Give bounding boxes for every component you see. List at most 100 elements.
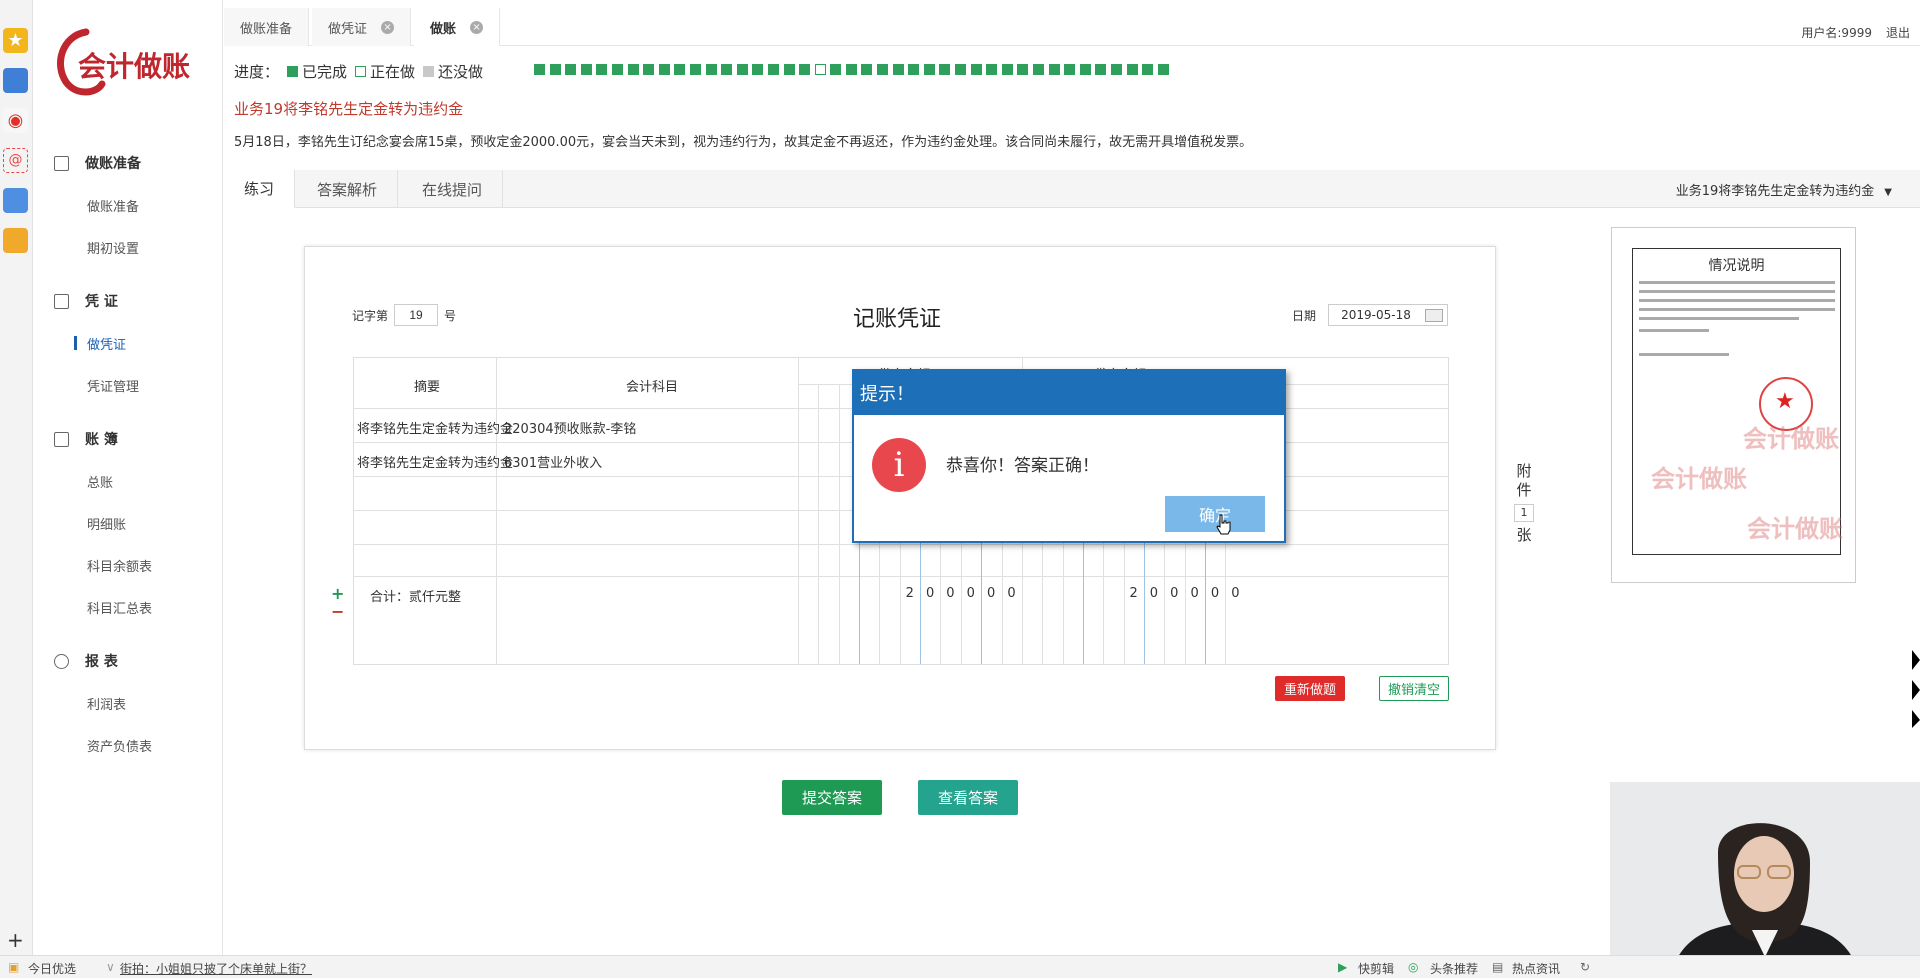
close-icon[interactable]: × <box>381 20 395 34</box>
dropdown-caret-icon: ▼ <box>1884 187 1892 198</box>
status-headlines[interactable]: 头条推荐 <box>1430 960 1478 977</box>
notebook-icon[interactable] <box>3 228 28 253</box>
nav-section-prep[interactable]: 做账准备 <box>54 151 141 175</box>
seal-star-icon: ★ <box>1775 389 1795 414</box>
status-hot-news[interactable]: 热点资讯 <box>1512 960 1560 977</box>
date-input[interactable]: 2019-05-18 <box>1328 304 1449 326</box>
row-summary[interactable]: 将李铭先生定金转为违约金 <box>357 418 513 437</box>
calendar-icon[interactable] <box>1425 309 1444 322</box>
nav-item-prep[interactable]: 做账准备 <box>87 196 139 215</box>
weibo-icon[interactable]: ◉ <box>3 108 28 133</box>
nav-item-balance-sheet-accounts[interactable]: 科目余额表 <box>87 556 152 575</box>
date-value: 2019-05-18 <box>1341 308 1411 322</box>
todo-legend-label: 还没做 <box>438 62 484 81</box>
svg-text:会计做账: 会计做账 <box>78 50 190 83</box>
tab-prep[interactable]: 做账准备 <box>224 8 310 46</box>
favorites-star-icon[interactable]: ★ <box>3 28 28 53</box>
progress-step <box>674 64 686 75</box>
situation-document[interactable]: 情况说明 ★ 会计做账 会计做账 会计做账 <box>1611 227 1856 583</box>
remove-row-icon[interactable]: − <box>331 603 344 621</box>
attachment-prefix: 附件 <box>1516 462 1532 499</box>
top-tab-bar: 做账准备 做凭证 × 做账 × 用户名:9999 退出 <box>224 8 1920 46</box>
progress-squares <box>534 64 1173 75</box>
clear-button[interactable]: 撤销清空 <box>1379 676 1449 701</box>
add-icon[interactable]: + <box>7 930 24 950</box>
voucher-number-input[interactable] <box>394 304 439 326</box>
news-ticker[interactable]: 街拍：小姐姐只披了个床单就上街？ <box>120 960 312 977</box>
nav-item-voucher-manage[interactable]: 凭证管理 <box>87 376 139 395</box>
progress-step <box>923 64 935 75</box>
nav-item-make-voucher[interactable]: 做凭证 <box>87 334 126 353</box>
progress-step <box>799 64 811 75</box>
news-icon: ▤ <box>1492 960 1504 974</box>
logo: 会计做账 <box>57 28 190 96</box>
attachment-count[interactable]: 1 <box>1514 504 1534 522</box>
row-summary[interactable]: 将李铭先生定金转为违约金 <box>357 452 513 471</box>
nav-item-sub-ledger[interactable]: 明细账 <box>87 514 126 533</box>
nav-section-books[interactable]: 账 簿 <box>54 427 118 451</box>
close-icon[interactable]: × <box>470 20 484 34</box>
view-answer-button[interactable]: 查看答案 <box>918 780 1018 815</box>
nav-item-initial-setup[interactable]: 期初设置 <box>87 238 139 257</box>
progress-step <box>643 64 655 75</box>
nav-section-voucher[interactable]: 凭 证 <box>54 289 118 313</box>
text-line <box>1639 299 1835 302</box>
nav-item-account-summary[interactable]: 科目汇总表 <box>87 598 152 617</box>
nav-item-income-statement[interactable]: 利润表 <box>87 694 126 713</box>
nav-item-balance-sheet[interactable]: 资产负债表 <box>87 736 152 755</box>
progress-step <box>908 64 920 75</box>
hand-cursor-icon <box>1216 514 1231 535</box>
done-legend-label: 已完成 <box>302 62 348 81</box>
voucher-word-label: 记字第 <box>352 308 389 323</box>
date-label: 日期 <box>1292 308 1317 323</box>
doing-legend-label: 正在做 <box>370 62 416 81</box>
tab-answer-analysis[interactable]: 答案解析 <box>297 170 399 208</box>
tab-bookkeeping[interactable]: 做账 × <box>414 8 501 46</box>
progress-step <box>1095 64 1107 75</box>
digit-line <box>838 384 840 664</box>
tab-label: 做账 <box>430 21 457 37</box>
news-panel-icon[interactable] <box>3 68 28 93</box>
active-indicator <box>74 336 77 350</box>
table-row-line <box>354 544 1448 545</box>
business-selector-value: 业务19将李铭先生定金转为违约金 <box>1675 184 1875 199</box>
business-title: 业务19将李铭先生定金转为违约金 <box>234 100 464 118</box>
logout-link[interactable]: 退出 <box>1886 26 1910 40</box>
digit-line <box>818 384 820 664</box>
email-icon[interactable]: @ <box>3 148 28 173</box>
business-selector[interactable]: 业务19将李铭先生定金转为违约金 ▼ <box>1676 180 1892 199</box>
row-account[interactable]: 6301营业外收入 <box>504 452 602 471</box>
attachment: 附件 1 张 <box>1514 462 1534 545</box>
document-icon[interactable] <box>3 188 28 213</box>
voucher-title: 记账凭证 <box>853 307 942 332</box>
row-account[interactable]: 220304预收账款-李铭 <box>504 418 636 437</box>
text-line <box>1639 290 1835 293</box>
edit-icon <box>54 155 69 171</box>
today-picks[interactable]: 今日优选 <box>28 960 76 977</box>
attachment-suffix: 张 <box>1516 526 1532 544</box>
submit-answer-button[interactable]: 提交答案 <box>782 780 882 815</box>
voucher-number-suffix: 号 <box>444 308 457 323</box>
nav-item-general-ledger[interactable]: 总账 <box>87 472 113 491</box>
watermark: 会计做账 <box>1743 424 1839 453</box>
user-box: 用户名:9999 退出 <box>1787 24 1910 41</box>
gift-icon[interactable]: ▣ <box>8 960 19 974</box>
clip-icon: ▶ <box>1338 960 1348 974</box>
progress-step <box>611 64 623 75</box>
add-row-icon[interactable]: + <box>331 585 344 603</box>
status-kuaijianji[interactable]: 快剪辑 <box>1358 960 1394 977</box>
business-description: 5月18日，李铭先生订纪念宴会席15桌，预收定金2000.00元，宴会当天未到，… <box>234 135 1253 150</box>
progress-step <box>1033 64 1044 75</box>
progress-step <box>783 64 795 75</box>
tab-online-question[interactable]: 在线提问 <box>402 170 504 208</box>
nav-section-reports[interactable]: 报 表 <box>54 649 118 673</box>
total-credit-digit: 0 <box>1231 586 1240 601</box>
tab-label: 做账准备 <box>240 21 293 37</box>
progress-step <box>1110 64 1122 75</box>
progress-step <box>892 64 904 75</box>
tab-make-voucher[interactable]: 做凭证 × <box>312 8 412 46</box>
calendar-icon <box>54 431 69 447</box>
tab-practice[interactable]: 练习 <box>224 170 296 208</box>
refresh-icon[interactable]: ↻ <box>1580 960 1590 974</box>
redo-button[interactable]: 重新做题 <box>1275 676 1345 701</box>
